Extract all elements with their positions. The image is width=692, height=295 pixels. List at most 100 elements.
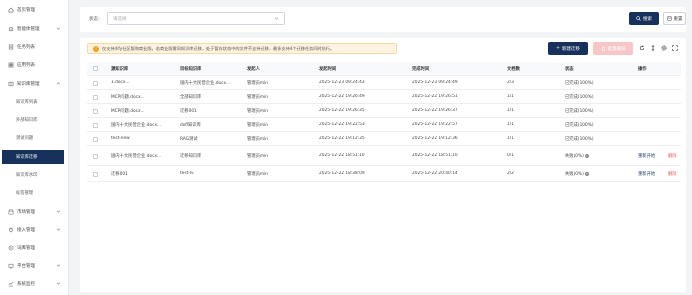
cell-text: 2025-12-22 18:51:10 bbox=[319, 153, 365, 158]
cell-start: 2025-12-22 19:26:49 bbox=[319, 94, 365, 99]
sidebar-item-bottom-2[interactable]: 词库管理 bbox=[0, 241, 68, 255]
cell-user: 管理员min bbox=[247, 80, 268, 86]
cell-docs: 0/1 bbox=[507, 153, 514, 158]
cell-start: 2025-12-22 19:12:35 bbox=[319, 136, 365, 141]
cell-text: 2025-12-23 09:24:49 bbox=[412, 80, 458, 85]
cell-text: 1/1 bbox=[507, 108, 514, 113]
row-checkbox[interactable] bbox=[93, 171, 98, 177]
gear-icon[interactable] bbox=[661, 45, 667, 51]
cell-docs: 2/3 bbox=[507, 80, 514, 85]
restart-link[interactable]: 重新开始 bbox=[638, 171, 655, 177]
column-header: 目标知识库 bbox=[180, 67, 202, 72]
search-button[interactable]: 搜索 bbox=[629, 12, 659, 25]
cell-text: 失败(0%) bbox=[565, 154, 584, 159]
cell-user: 管理员min bbox=[247, 122, 268, 128]
cell-text: 国内十大民营企业.docx... bbox=[180, 81, 231, 86]
sidebar-subitem-2[interactable]: 测试问题 bbox=[0, 131, 68, 145]
help-icon[interactable]: ? bbox=[584, 153, 589, 158]
status-select[interactable]: 请选择 bbox=[107, 12, 285, 25]
cell-dst: 迁移知识库 bbox=[180, 153, 201, 159]
cell-user: 管理员min bbox=[247, 94, 268, 100]
delete-link[interactable]: 删除 bbox=[668, 153, 680, 159]
warning-icon: ! bbox=[93, 45, 99, 52]
table-row[interactable]: 国内十大民营企业.docx... 迁移知识库 管理员min 2025-12-22 18… bbox=[87, 146, 681, 166]
sidebar-item-bottom-4[interactable]: 系统监控 bbox=[0, 277, 68, 291]
column-header: 操作 bbox=[638, 67, 647, 72]
cell-text: 2025-12-23 09:24:43 bbox=[319, 80, 365, 85]
delete-link[interactable]: 删除 bbox=[668, 171, 680, 177]
cell-end: 2025-12-22 18:51:10 bbox=[412, 153, 458, 158]
sidebar-item-label: 任务列表 bbox=[17, 45, 35, 50]
table-row[interactable]: test-new RAG测试 管理员min 2025-12-22 19:12:35 20… bbox=[87, 132, 681, 146]
new-migration-label: 新建迁移 bbox=[561, 46, 580, 52]
cell-start: 2025-12-23 09:24:43 bbox=[319, 80, 365, 85]
sidebar-subitem-0[interactable]: 知识库列表 bbox=[0, 95, 68, 109]
platform-icon bbox=[7, 263, 14, 270]
new-migration-button[interactable]: + 新建迁移 bbox=[548, 42, 588, 55]
cell-status: 失败(0%)? bbox=[565, 153, 589, 159]
sidebar-item-label: 智能体管理 bbox=[17, 27, 40, 32]
cell-src: 国内十大民营企业.docx... bbox=[111, 153, 161, 159]
cell-user: 管理员min bbox=[247, 136, 268, 142]
cell-text: 2025-12-22 18:51:10 bbox=[412, 153, 458, 158]
table-row[interactable]: MCP问题.docx... 迁移001 管理员min 2025-12-22 19:26… bbox=[87, 104, 681, 118]
cell-start: 2025-12-22 19:22:53 bbox=[319, 122, 365, 127]
cell-text: 2025-12-22 19:26:37 bbox=[412, 108, 458, 113]
column-header: 文档数 bbox=[507, 67, 520, 72]
cell-text: dxfl知识库 bbox=[180, 123, 201, 128]
refresh-icon[interactable] bbox=[639, 45, 645, 51]
row-checkbox[interactable] bbox=[93, 122, 98, 128]
sidebar-item-1[interactable]: 智能体管理 bbox=[0, 22, 68, 36]
cell-dst: 迁移001 bbox=[180, 108, 197, 114]
sidebar-item-0[interactable]: 首页管理 bbox=[0, 3, 68, 17]
cell-text: test-new bbox=[111, 136, 130, 141]
row-checkbox[interactable] bbox=[93, 108, 98, 114]
table-row[interactable]: MCP问题.docx... 全部知识库 管理员min 2025-12-22 19:26… bbox=[87, 90, 681, 104]
cell-text: 2025-12-22 19:26:49 bbox=[319, 94, 365, 99]
cell-text: 2/2 bbox=[507, 171, 514, 176]
table-row[interactable]: 国内十大民营企业.docx... dxfl知识库 管理员min 2025-12-22 … bbox=[87, 118, 681, 132]
sidebar-subitem-3[interactable]: 知识库迁移 bbox=[2, 150, 64, 164]
help-icon[interactable]: ? bbox=[584, 171, 589, 176]
cell-dst: RAG测试 bbox=[180, 136, 198, 142]
sidebar-item-bottom-3[interactable]: 平台管理 bbox=[0, 259, 68, 273]
sidebar-item-2[interactable]: 任务列表 bbox=[0, 40, 68, 54]
cell-src: MCP问题.docx... bbox=[111, 108, 145, 114]
cell-status: 已完成(100%) bbox=[565, 80, 594, 86]
row-checkbox[interactable] bbox=[93, 136, 98, 142]
cell-text: 已完成(100%) bbox=[565, 123, 594, 128]
sidebar-item-4[interactable]: 知识库管理 bbox=[0, 77, 68, 91]
cell-status: 已完成(100%) bbox=[565, 108, 594, 114]
sidebar-item-label: 平台管理 bbox=[17, 264, 35, 269]
cell-text: MCP问题.docx... bbox=[111, 109, 145, 114]
search-icon bbox=[636, 16, 641, 21]
sidebar-item-3[interactable]: 应用列表 bbox=[0, 58, 68, 72]
table-row[interactable]: 迁移001 test-lv 管理员min 2025-12-22 18:38:09 202… bbox=[87, 166, 681, 182]
select-all-checkbox[interactable] bbox=[93, 66, 98, 71]
chevron-down-icon bbox=[56, 209, 61, 214]
cell-src: MCP问题.docx... bbox=[111, 94, 145, 100]
cell-end: 2025-12-23 09:24:49 bbox=[412, 80, 458, 85]
restart-link[interactable]: 重新开始 bbox=[638, 153, 655, 159]
batch-delete-button[interactable]: 批量删除 bbox=[593, 42, 633, 55]
table-row[interactable]: 1.docx... 国内十大民营企业.docx... 管理员min 2025-12-2… bbox=[87, 76, 681, 90]
cell-text: 已完成(100%) bbox=[565, 137, 594, 142]
migration-panel: ! 仅支持dify社区版和商业版。若商业版需同知识库迁移，处于暂存状态中的文件不… bbox=[80, 38, 686, 292]
cell-text: 国内十大民营企业.docx... bbox=[111, 154, 162, 159]
sidebar-item-bottom-0[interactable]: 市场管理 bbox=[0, 205, 68, 219]
sidebar-subitem-5[interactable]: 标签管理 bbox=[0, 186, 68, 200]
cell-text: 已完成(100%) bbox=[565, 109, 594, 114]
sidebar-item-bottom-1[interactable]: 接入管理 bbox=[0, 223, 68, 237]
cell-src: 1.docx... bbox=[111, 80, 129, 85]
fullscreen-icon[interactable] bbox=[672, 45, 678, 51]
row-checkbox[interactable] bbox=[93, 94, 98, 100]
sidebar-subitem-4[interactable]: 知识库水印 bbox=[0, 168, 68, 182]
sidebar-subitem-1[interactable]: 外部知识库 bbox=[0, 113, 68, 127]
column-height-icon[interactable] bbox=[650, 45, 656, 51]
reset-button[interactable]: 重置 bbox=[663, 12, 686, 25]
robot-icon bbox=[7, 26, 14, 33]
row-checkbox[interactable] bbox=[93, 153, 98, 159]
book-icon bbox=[7, 81, 14, 88]
monitor-icon bbox=[7, 281, 14, 288]
row-checkbox[interactable] bbox=[93, 80, 98, 86]
